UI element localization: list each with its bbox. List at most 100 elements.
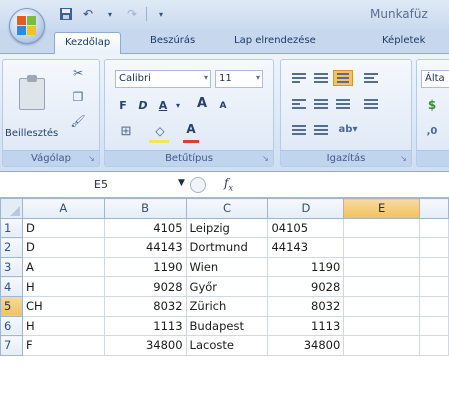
grow-font-button[interactable]: A <box>193 94 211 112</box>
cell-e1[interactable] <box>343 217 421 239</box>
font-size-select[interactable]: 11 ▾ <box>215 70 263 88</box>
cell-c5[interactable]: Zürich <box>185 295 269 317</box>
cut-icon[interactable]: ✂ <box>69 66 87 82</box>
cell-d2[interactable]: 44143 <box>267 237 345 258</box>
copy-icon[interactable]: ❐ <box>69 90 87 106</box>
customize-qat-icon[interactable]: ▾ <box>153 6 169 22</box>
row-header[interactable]: 1 <box>0 217 23 239</box>
cell-c3[interactable]: Wien <box>185 256 269 278</box>
cell-a3[interactable]: A <box>21 256 105 278</box>
cancel-formula-icon[interactable] <box>190 177 206 193</box>
chevron-down-icon[interactable]: ▾ <box>102 6 118 22</box>
currency-icon[interactable]: $ <box>423 96 441 114</box>
tab-page-layout[interactable]: Lap elrendezése <box>234 35 316 46</box>
undo-icon[interactable]: ↶ <box>80 6 96 22</box>
cell-e3[interactable] <box>343 256 421 278</box>
cell-a5[interactable]: CH <box>21 295 105 317</box>
cell-c7[interactable]: Lacoste <box>185 335 269 356</box>
cell-e2[interactable] <box>343 237 421 258</box>
column-header-d[interactable]: D <box>267 198 345 219</box>
number-format-select[interactable]: Álta <box>421 70 449 88</box>
row-header[interactable]: 7 <box>0 335 23 356</box>
cell-d4[interactable]: 9028 <box>267 276 345 297</box>
cell-a4[interactable]: H <box>21 276 105 297</box>
cell-b6[interactable]: 1113 <box>103 315 187 337</box>
row-header[interactable]: 5 <box>0 295 23 317</box>
paste-icon[interactable] <box>19 75 45 110</box>
tab-home[interactable]: Kezdőlap <box>54 32 122 55</box>
active-cell-e5[interactable] <box>343 295 421 317</box>
underline-button[interactable]: A <box>155 96 171 114</box>
wrap-text-icon[interactable] <box>361 70 381 86</box>
cell-a1[interactable]: D <box>21 217 105 239</box>
cell-e6[interactable] <box>343 315 421 337</box>
chevron-down-icon[interactable]: ▼ <box>178 178 185 188</box>
save-icon[interactable] <box>58 6 74 22</box>
cell-e4[interactable] <box>343 276 421 297</box>
column-header-c[interactable]: C <box>185 198 269 219</box>
column-header-b[interactable]: B <box>103 198 187 219</box>
tab-formulas[interactable]: Képletek <box>382 35 425 46</box>
align-center-icon[interactable] <box>311 96 331 112</box>
row-header[interactable]: 2 <box>0 237 23 258</box>
select-all-button[interactable] <box>0 198 23 219</box>
row-header[interactable]: 6 <box>0 315 23 337</box>
paste-button[interactable]: Beillesztés <box>5 128 58 139</box>
orientation-icon[interactable]: ab▾ <box>335 120 361 138</box>
cell-c2[interactable]: Dortmund <box>185 237 269 258</box>
cell-f7[interactable] <box>419 335 449 356</box>
align-left-icon[interactable] <box>289 96 309 112</box>
cell-a2[interactable]: D <box>21 237 105 258</box>
cell-b1[interactable]: 4105 <box>103 217 187 239</box>
dialog-launcher-icon[interactable]: ↘ <box>87 154 96 163</box>
cell-f2[interactable] <box>419 237 449 258</box>
cell-f4[interactable] <box>419 276 449 297</box>
chevron-down-icon[interactable]: ▾ <box>173 96 183 114</box>
cell-f3[interactable] <box>419 256 449 278</box>
merge-center-icon[interactable] <box>361 96 381 112</box>
tab-insert[interactable]: Beszúrás <box>150 35 195 46</box>
cell-f6[interactable] <box>419 315 449 337</box>
cell-b2[interactable]: 44143 <box>103 237 187 258</box>
cell-d3[interactable]: 1190 <box>267 256 345 278</box>
shrink-font-button[interactable]: A <box>215 97 231 115</box>
font-name-select[interactable]: Calibri ▾ <box>115 70 211 88</box>
column-header-e[interactable]: E <box>343 198 421 219</box>
cell-b4[interactable]: 9028 <box>103 276 187 297</box>
office-button[interactable] <box>9 8 45 44</box>
italic-button[interactable]: D <box>135 96 151 114</box>
increase-indent-icon[interactable] <box>311 122 331 138</box>
insert-function-button[interactable]: fx <box>224 176 233 192</box>
column-header-f[interactable] <box>419 198 449 219</box>
cell-c6[interactable]: Budapest <box>185 315 269 337</box>
font-color-button[interactable]: A <box>183 120 199 138</box>
decimal-icon[interactable]: ,0 <box>423 122 441 140</box>
dialog-launcher-icon[interactable]: ↘ <box>399 154 408 163</box>
cell-d5[interactable]: 8032 <box>267 295 345 317</box>
cell-c4[interactable]: Győr <box>185 276 269 297</box>
row-header[interactable]: 3 <box>0 256 23 278</box>
cell-f5[interactable] <box>419 295 449 317</box>
formula-input[interactable] <box>296 175 449 195</box>
cell-b7[interactable]: 34800 <box>103 335 187 356</box>
cell-f1[interactable] <box>419 217 449 239</box>
name-box[interactable]: E5 ▼ <box>4 176 185 194</box>
cell-b5[interactable]: 8032 <box>103 295 187 317</box>
align-bottom-icon[interactable] <box>333 70 353 86</box>
format-painter-icon[interactable]: 🖌 <box>69 114 87 130</box>
dialog-launcher-icon[interactable]: ↘ <box>261 154 270 163</box>
row-header[interactable]: 4 <box>0 276 23 297</box>
column-header-a[interactable]: A <box>21 198 105 219</box>
align-top-icon[interactable] <box>289 70 309 86</box>
cell-d6[interactable]: 1113 <box>267 315 345 337</box>
cell-a7[interactable]: F <box>21 335 105 356</box>
cell-a6[interactable]: H <box>21 315 105 337</box>
fill-color-icon[interactable]: ◇ <box>149 122 171 140</box>
redo-icon[interactable]: ↷ <box>124 6 140 22</box>
cell-e7[interactable] <box>343 335 421 356</box>
borders-icon[interactable]: ⊞ <box>115 122 137 140</box>
cell-b3[interactable]: 1190 <box>103 256 187 278</box>
align-middle-icon[interactable] <box>311 70 331 86</box>
align-right-icon[interactable] <box>333 96 353 112</box>
cell-d7[interactable]: 34800 <box>267 335 345 356</box>
